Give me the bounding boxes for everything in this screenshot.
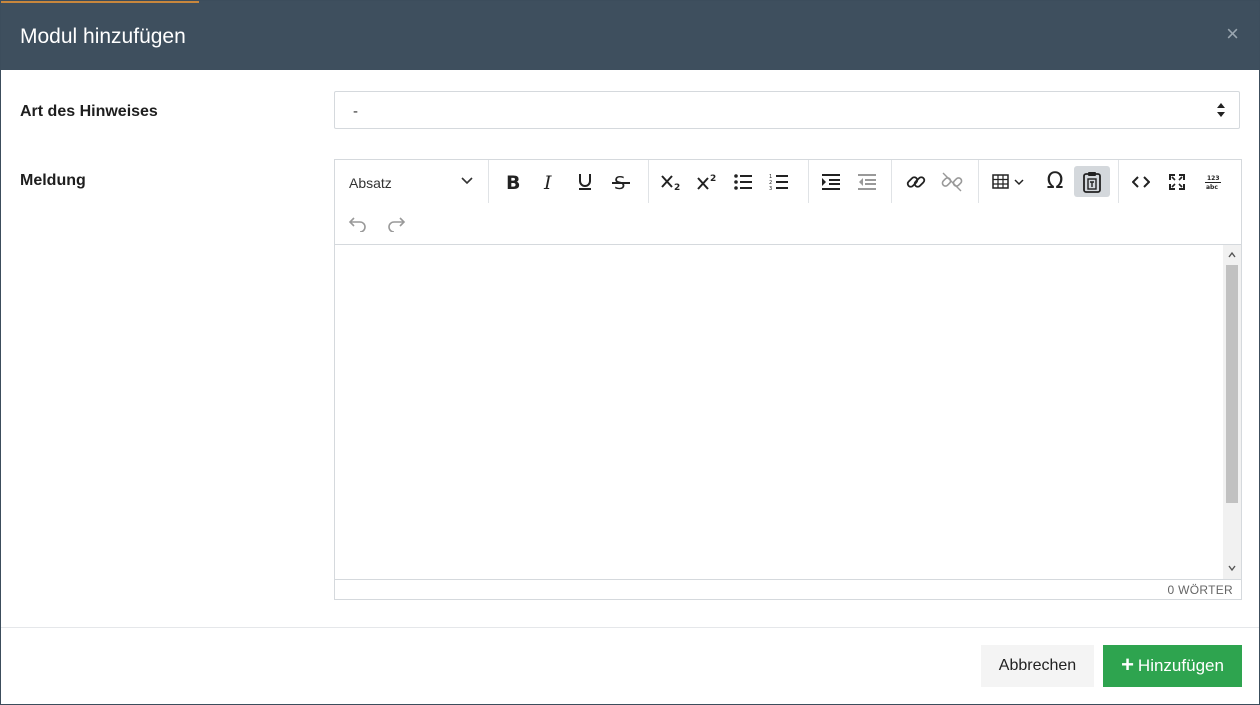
strikethrough-icon[interactable]: S (604, 166, 638, 197)
numbered-list-icon[interactable]: 123 (762, 166, 796, 197)
svg-text:I: I (543, 173, 552, 191)
scroll-up-icon[interactable] (1227, 250, 1237, 260)
unlink-icon[interactable] (935, 166, 969, 197)
bullet-list-icon[interactable] (726, 166, 760, 197)
subscript-icon[interactable]: 2 (654, 166, 688, 197)
svg-text:2: 2 (674, 183, 680, 191)
rich-text-editor: Absatz B I S (334, 159, 1242, 600)
type-select-value: - (353, 103, 358, 120)
redo-icon[interactable] (379, 208, 413, 239)
special-char-icon[interactable]: Ω (1038, 166, 1072, 197)
add-button-label: Hinzufügen (1137, 656, 1224, 675)
undo-icon[interactable] (341, 208, 375, 239)
chevron-down-icon (461, 177, 473, 185)
close-icon[interactable]: × (1226, 23, 1239, 45)
source-code-icon[interactable] (1124, 166, 1158, 197)
header-accent-line (1, 1, 199, 3)
modal-title: Modul hinzufügen (20, 25, 186, 48)
toolbar-group-styles: B I S (488, 160, 649, 203)
editor-content-area[interactable] (335, 245, 1222, 579)
outdent-icon[interactable] (850, 166, 884, 197)
footer-divider (1, 627, 1259, 628)
block-format-select[interactable]: Absatz (335, 160, 488, 203)
svg-text:123: 123 (1207, 175, 1220, 182)
select-arrows-icon (1217, 103, 1225, 117)
fullscreen-icon[interactable] (1160, 166, 1194, 197)
scrollbar-thumb[interactable] (1226, 265, 1238, 503)
editor-toolbar: Absatz B I S (335, 160, 1241, 203)
superscript-icon[interactable]: 2 (690, 166, 724, 197)
toolbar-group-misc: 123 abc (1118, 160, 1241, 203)
svg-text:abc: abc (1206, 184, 1218, 191)
italic-icon[interactable]: I (532, 166, 566, 197)
cancel-button[interactable]: Abbrechen (981, 645, 1094, 687)
paste-text-icon[interactable] (1074, 166, 1110, 197)
svg-text:B: B (506, 173, 520, 191)
block-format-value: Absatz (349, 175, 392, 191)
editor-statusbar: 0 WÖRTER (335, 579, 1241, 600)
add-button[interactable]: + Hinzufügen (1103, 645, 1242, 687)
modal-dialog: Modul hinzufügen × Art des Hinweises - M… (0, 0, 1260, 705)
bold-icon[interactable]: B (496, 166, 530, 197)
link-icon[interactable] (899, 166, 933, 197)
toolbar-group-insert: Ω (978, 160, 1119, 203)
scroll-down-icon[interactable] (1227, 563, 1237, 573)
type-select[interactable]: - (334, 91, 1240, 129)
toolbar-group-format: Absatz (335, 160, 489, 203)
indent-icon[interactable] (814, 166, 848, 197)
editor-scrollbar[interactable] (1223, 245, 1241, 579)
word-count-icon[interactable]: 123 abc (1196, 166, 1230, 197)
underline-icon[interactable] (568, 166, 602, 197)
svg-text:3: 3 (769, 186, 772, 191)
plus-icon: + (1121, 652, 1134, 677)
type-label: Art des Hinweises (20, 103, 158, 120)
modal-header: Modul hinzufügen × (1, 1, 1259, 70)
table-icon[interactable] (986, 166, 1032, 197)
toolbar-group-indent (808, 160, 892, 203)
toolbar-group-links (891, 160, 979, 203)
message-label: Meldung (20, 172, 86, 189)
svg-text:2: 2 (710, 174, 716, 184)
editor-toolbar-history (335, 203, 1241, 245)
word-count: 0 WÖRTER (1167, 583, 1233, 597)
toolbar-group-lists: 2 2 123 (648, 160, 809, 203)
